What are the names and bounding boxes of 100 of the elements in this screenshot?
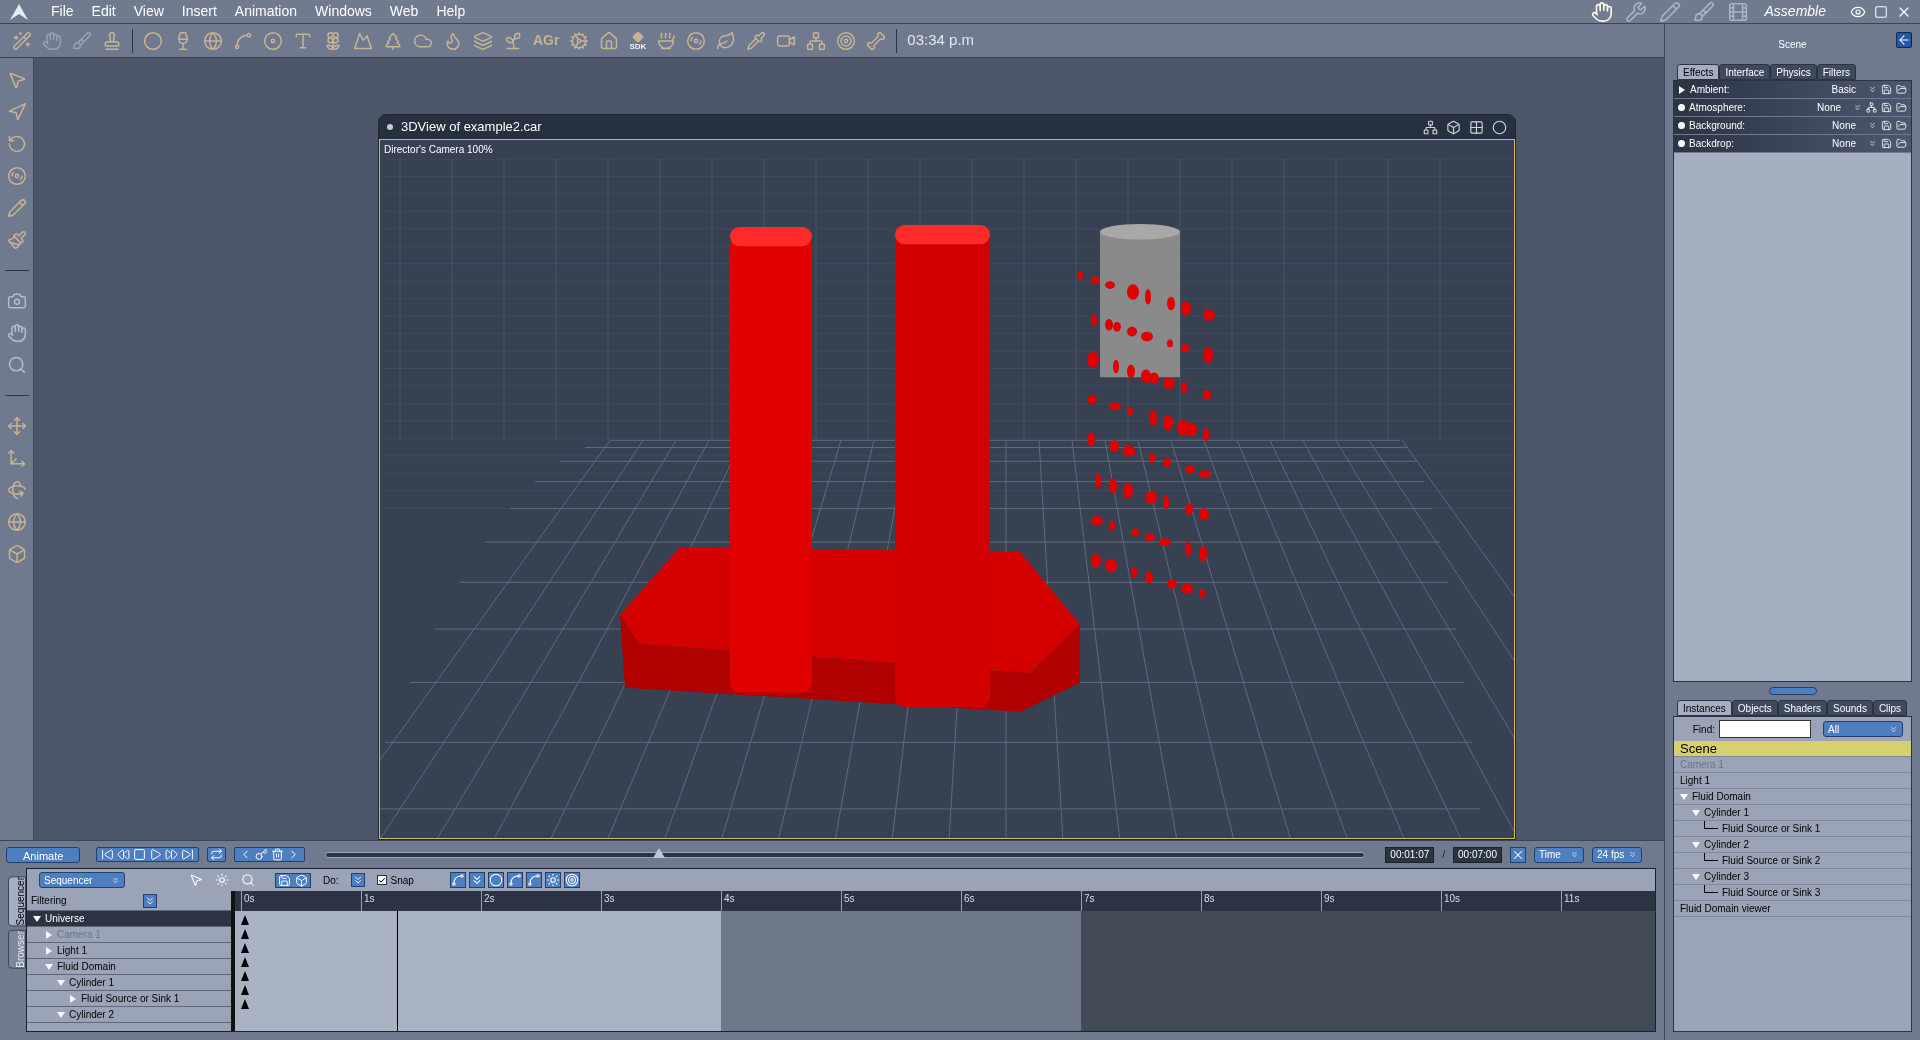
chevrons-down-icon[interactable] <box>1853 103 1862 112</box>
snap-checkbox[interactable] <box>376 875 387 885</box>
wand-icon[interactable] <box>12 30 32 51</box>
loop-icon[interactable] <box>210 848 224 861</box>
curve-icon[interactable] <box>450 873 465 887</box>
panel-tab[interactable]: Objects <box>1731 700 1778 716</box>
brush-icon[interactable] <box>6 230 27 250</box>
tree-item[interactable]: Fluid Domain <box>1674 789 1911 805</box>
key-icon[interactable] <box>255 848 269 861</box>
chevrons-icon[interactable] <box>144 894 156 907</box>
rotate-3d-icon[interactable] <box>6 480 27 500</box>
find-field[interactable] <box>1719 720 1811 738</box>
skip-back-icon[interactable] <box>101 848 115 861</box>
panel-tab[interactable]: Sounds <box>1826 700 1873 716</box>
tree-item[interactable]: Cylinder 1 <box>1674 805 1911 821</box>
ease-in-icon[interactable] <box>507 873 522 887</box>
hand-icon[interactable] <box>42 30 62 51</box>
sdk-tool[interactable]: SDK <box>629 30 647 51</box>
menu-item[interactable]: Animation <box>225 1 307 22</box>
save-icon[interactable] <box>1881 84 1892 95</box>
effect-row[interactable]: Backdrop: None <box>1674 135 1911 153</box>
tree-item[interactable]: Light 1 <box>1674 773 1911 789</box>
mode-dropdown[interactable]: Sequencer <box>39 872 125 888</box>
panel-tab[interactable]: Physics <box>1770 64 1817 80</box>
rewind-icon[interactable] <box>117 848 131 861</box>
brush-icon[interactable] <box>72 30 92 51</box>
tree-item[interactable]: Cylinder 3 <box>1674 869 1911 885</box>
leaf-icon[interactable] <box>716 30 737 51</box>
play-icon[interactable] <box>149 848 163 861</box>
nodes-icon[interactable] <box>1423 119 1438 135</box>
time-mode-dropdown[interactable]: Time <box>1534 846 1584 863</box>
film-icon[interactable] <box>1726 0 1749 23</box>
tree-item[interactable]: Fluid Domain viewer <box>1674 901 1911 917</box>
folder-icon[interactable] <box>1896 138 1907 149</box>
chevrons-down-icon[interactable] <box>1889 724 1898 734</box>
hand-icon[interactable] <box>1590 0 1613 23</box>
menu-item[interactable]: File <box>42 1 83 22</box>
save-icon[interactable] <box>1881 120 1892 131</box>
ease-out-icon[interactable] <box>526 873 541 887</box>
stamp-icon[interactable] <box>102 30 122 51</box>
current-time-field[interactable]: 00:01:07 <box>1385 846 1435 863</box>
nodes-icon[interactable] <box>1866 102 1877 113</box>
grass-icon[interactable] <box>503 30 523 51</box>
globe-icon[interactable] <box>203 30 223 51</box>
tree-item[interactable]: Fluid Source or Sink 2 <box>1674 853 1911 869</box>
panel-tab[interactable]: Shaders <box>1777 700 1827 716</box>
search-icon[interactable] <box>6 355 27 375</box>
layout-icon[interactable] <box>1469 119 1484 135</box>
chevrons-down-icon[interactable] <box>1868 121 1877 130</box>
track-row[interactable]: Cylinder 2 <box>27 1007 231 1023</box>
trash-icon[interactable] <box>271 848 285 861</box>
bowl-icon[interactable] <box>656 30 677 51</box>
pencil-icon[interactable] <box>1658 0 1681 23</box>
panel-tab[interactable]: Clips <box>1872 700 1908 716</box>
disc-icon[interactable] <box>263 30 283 51</box>
flame-icon[interactable] <box>443 30 463 51</box>
chevrons-down-icon[interactable] <box>1868 85 1877 94</box>
camera-icon[interactable] <box>6 291 27 311</box>
search-icon[interactable] <box>241 873 255 887</box>
total-time-field[interactable]: 00:07:00 <box>1453 846 1502 863</box>
scrub-track[interactable] <box>325 851 1366 858</box>
menu-item[interactable]: Windows <box>306 1 381 22</box>
tree-icon[interactable] <box>383 30 403 51</box>
shading-icon[interactable] <box>1492 119 1507 135</box>
menu-item[interactable]: Edit <box>82 1 125 22</box>
move-3d-icon[interactable] <box>6 448 27 468</box>
menu-item[interactable]: Help <box>427 1 475 22</box>
folder-icon[interactable] <box>1896 84 1907 95</box>
hierarchy-icon[interactable] <box>806 30 827 51</box>
expanded-triangle-icon[interactable] <box>33 914 41 923</box>
spline-icon[interactable] <box>233 30 253 51</box>
chevrons-down-icon[interactable] <box>1628 850 1637 859</box>
menu-item[interactable]: View <box>124 1 173 22</box>
chevrons-down-icon[interactable] <box>1868 139 1877 148</box>
effect-row[interactable]: Ambient: Basic <box>1674 81 1911 99</box>
pointer-icon[interactable] <box>189 873 203 887</box>
globe-icon[interactable] <box>6 512 27 532</box>
move-icon[interactable] <box>6 416 27 436</box>
maximize-icon[interactable] <box>1874 4 1888 19</box>
hand-icon[interactable] <box>6 323 27 343</box>
menu-item[interactable]: Web <box>380 1 428 22</box>
chevrons-down-icon[interactable] <box>111 875 120 885</box>
navigate-icon[interactable] <box>6 102 27 122</box>
sphere-icon[interactable] <box>143 30 163 51</box>
box-icon[interactable] <box>6 544 27 564</box>
track-row[interactable]: Cylinder 1 <box>27 975 231 991</box>
panel-tab[interactable]: Interface <box>1719 64 1771 80</box>
panel-tab[interactable]: Effects <box>1677 64 1720 80</box>
sun-icon[interactable] <box>545 873 560 887</box>
save-icon[interactable] <box>1881 138 1892 149</box>
save-icon[interactable] <box>1881 102 1892 113</box>
effect-row[interactable]: Atmosphere: None <box>1674 99 1911 117</box>
fast-forward-icon[interactable] <box>165 848 179 861</box>
scrub-thumb[interactable] <box>652 847 665 858</box>
filter-dropdown[interactable]: All <box>1823 721 1903 737</box>
layers-icon[interactable] <box>473 30 493 51</box>
chevrons-down-icon[interactable] <box>1570 850 1579 859</box>
terrain-icon[interactable] <box>353 30 373 51</box>
menu-item[interactable]: Insert <box>172 1 226 22</box>
folder-icon[interactable] <box>1896 102 1907 113</box>
